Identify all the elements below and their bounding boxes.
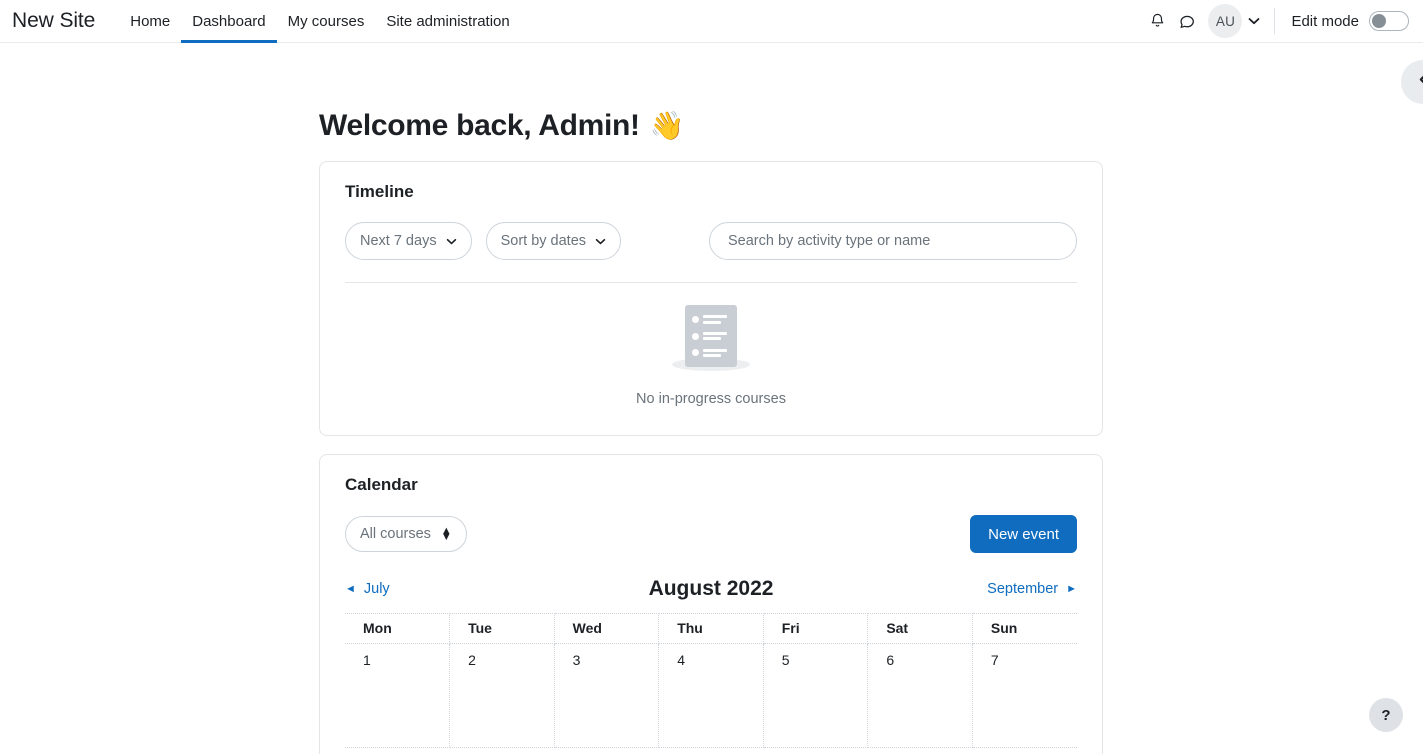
page-title-text: Welcome back, Admin!	[319, 109, 640, 143]
select-arrows-icon: ▲ ▼	[441, 528, 452, 540]
weekday-thu: Thu	[659, 614, 764, 644]
weekday-tue: Tue	[450, 614, 555, 644]
nav-link-home[interactable]: Home	[119, 0, 181, 43]
arrow-left-icon: ◄	[345, 583, 356, 595]
switch-knob	[1372, 14, 1386, 28]
doc-bar	[703, 349, 727, 352]
calendar-day-cell[interactable]: 4	[659, 644, 764, 748]
doc-bar	[703, 321, 721, 324]
avatar: AU	[1208, 4, 1242, 38]
calendar-month-title: August 2022	[345, 577, 1077, 601]
timeline-search[interactable]	[709, 222, 1077, 260]
timeline-date-filter-label: Next 7 days	[360, 233, 437, 249]
timeline-card: Timeline Next 7 days Sort by dates	[319, 161, 1103, 436]
calendar-day-cell[interactable]: 2	[450, 644, 555, 748]
no-courses-message: No in-progress courses	[636, 391, 786, 407]
doc-bullet	[692, 349, 699, 356]
no-courses-icon	[663, 305, 759, 377]
weekday-mon: Mon	[345, 614, 450, 644]
timeline-sort-filter[interactable]: Sort by dates	[486, 222, 621, 260]
calendar-controls: All courses ▲ ▼ New event	[345, 515, 1077, 553]
primary-nav: Home Dashboard My courses Site administr…	[119, 0, 521, 43]
doc-bar	[703, 315, 727, 318]
course-filter-select[interactable]: All courses ▲ ▼	[345, 516, 467, 552]
caret-down-icon: ▼	[441, 534, 452, 540]
top-navbar: New Site Home Dashboard My courses Site …	[0, 0, 1423, 43]
next-month-label: September	[987, 581, 1058, 597]
nav-link-dashboard[interactable]: Dashboard	[181, 0, 276, 43]
notifications-bell-icon[interactable]	[1142, 6, 1172, 36]
doc-bullet	[692, 316, 699, 323]
calendar-heading: Calendar	[345, 475, 1077, 495]
nav-link-my-courses[interactable]: My courses	[277, 0, 376, 43]
doc-line	[692, 349, 730, 358]
previous-month-link[interactable]: ◄ July	[345, 581, 390, 597]
new-event-button[interactable]: New event	[970, 515, 1077, 553]
calendar-month-nav: ◄ July August 2022 September ►	[345, 575, 1077, 603]
user-menu[interactable]: AU	[1208, 4, 1260, 38]
chevron-left-icon	[1417, 73, 1423, 91]
edit-mode-toggle[interactable]: Edit mode	[1291, 11, 1409, 31]
calendar-week-row: 1 2 3 4 5 6 7	[345, 644, 1077, 748]
doc-bars	[703, 349, 727, 358]
doc-bars	[703, 315, 727, 324]
weekday-sun: Sun	[972, 614, 1077, 644]
edit-mode-label: Edit mode	[1291, 13, 1359, 30]
edit-mode-switch[interactable]	[1369, 11, 1409, 31]
search-input[interactable]	[726, 232, 1060, 250]
course-drawer-toggle[interactable]	[1401, 60, 1423, 104]
doc-line	[692, 315, 730, 324]
page-title: Welcome back, Admin! 👋	[319, 109, 1103, 143]
timeline-empty-state: No in-progress courses	[345, 283, 1077, 415]
doc-bars	[703, 332, 727, 341]
weekday-wed: Wed	[554, 614, 659, 644]
doc-bar	[703, 354, 721, 357]
calendar-card: Calendar All courses ▲ ▼ New event ◄ Jul…	[319, 454, 1103, 754]
timeline-date-filter[interactable]: Next 7 days	[345, 222, 472, 260]
timeline-heading: Timeline	[345, 182, 1077, 202]
main-content: Welcome back, Admin! 👋 Timeline Next 7 d…	[319, 43, 1103, 754]
doc-line	[692, 332, 730, 341]
timeline-sort-filter-label: Sort by dates	[501, 233, 586, 249]
previous-month-label: July	[364, 581, 390, 597]
calendar-weekday-header: Mon Tue Wed Thu Fri Sat Sun	[345, 614, 1077, 644]
doc-bar	[703, 337, 721, 340]
calendar-day-cell[interactable]: 5	[763, 644, 868, 748]
course-filter-label: All courses	[360, 526, 431, 542]
messages-bubble-icon[interactable]	[1172, 6, 1202, 36]
nav-link-site-administration[interactable]: Site administration	[375, 0, 520, 43]
waving-hand-icon: 👋	[650, 112, 685, 140]
document-list-icon	[685, 305, 737, 367]
calendar-day-cell[interactable]: 6	[868, 644, 973, 748]
weekday-fri: Fri	[763, 614, 868, 644]
calendar-day-cell[interactable]: 1	[345, 644, 450, 748]
doc-bar	[703, 332, 727, 335]
help-button[interactable]: ?	[1369, 698, 1403, 732]
arrow-right-icon: ►	[1066, 583, 1077, 595]
weekday-sat: Sat	[868, 614, 973, 644]
calendar-day-cell[interactable]: 3	[554, 644, 659, 748]
navbar-divider	[1274, 8, 1275, 34]
chevron-down-icon	[595, 233, 606, 249]
next-month-link[interactable]: September ►	[987, 581, 1077, 597]
chevron-down-icon	[446, 233, 457, 249]
timeline-filter-row: Next 7 days Sort by dates	[345, 222, 1077, 260]
site-brand[interactable]: New Site	[12, 9, 95, 33]
page-body: Welcome back, Admin! 👋 Timeline Next 7 d…	[0, 43, 1423, 754]
doc-bullet	[692, 333, 699, 340]
chevron-down-icon	[1248, 17, 1260, 25]
calendar-day-cell[interactable]: 7	[972, 644, 1077, 748]
navbar-right-group: AU Edit mode	[1142, 0, 1423, 43]
calendar-table: Mon Tue Wed Thu Fri Sat Sun 1 2 3 4	[345, 613, 1077, 748]
